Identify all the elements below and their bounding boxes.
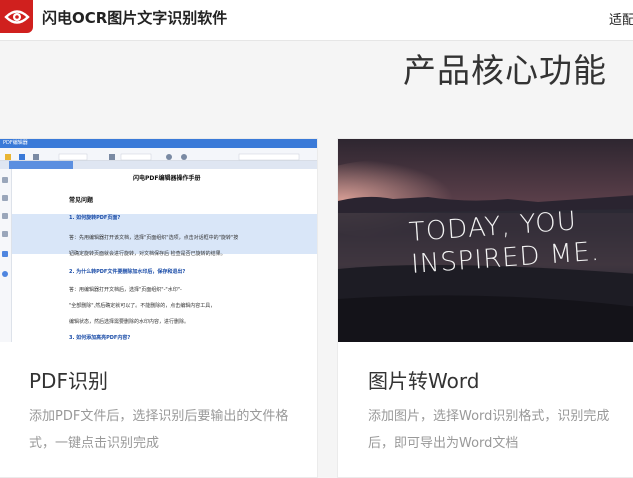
pdf-doc-line: 钮确定旋转页面就会进行旋转，对文档保存后 检查是否已旋转的结果。	[69, 251, 226, 257]
feature-card-pdf[interactable]: PDF编辑器 闪电PDF编辑器操作手册 常见问题 1. 如何旋转PDF页面? 答…	[0, 138, 318, 478]
pdf-doc-line: 2. 为什么转PDF文件要删除加水印后，保存和退出?	[69, 269, 186, 275]
pdf-toolbar	[0, 148, 317, 161]
pdf-document-tab	[9, 161, 73, 169]
pdf-doc-line: 答：用编辑器打开文档后，选择"页面组织"-"水印"-	[69, 287, 182, 293]
pdf-doc-line: 1. 如何旋转PDF页面?	[69, 215, 121, 221]
pdf-doc-title: 闪电PDF编辑器操作手册	[133, 175, 201, 182]
card-title[interactable]: 图片转Word	[368, 365, 479, 394]
photo-handwritten-text: TODAY, YOU INSPIRED ME.	[408, 204, 601, 281]
card-description: 添加PDF文件后，选择识别后要输出的文件格式，一键点击识别完成	[29, 409, 289, 451]
pdf-tabbar	[0, 161, 317, 169]
pdf-window-title: PDF编辑器	[3, 140, 28, 146]
pdf-doc-line: 答：先用编辑器打开该文档，选择"页面组织"选项，点击对话框中的"旋转"按	[69, 235, 239, 241]
pdf-doc-heading: 常见问题	[69, 197, 94, 204]
nav-item[interactable]: 适配	[609, 9, 633, 28]
pdf-doc-line: "全部删除",然后确定就可以了。不能删除的，点击编辑内容工具，	[69, 303, 216, 309]
pdf-window-titlebar: PDF编辑器	[0, 139, 317, 148]
card-title[interactable]: PDF识别	[29, 365, 108, 394]
app-logo[interactable]	[0, 0, 33, 33]
pdf-sidebar-icon	[2, 213, 8, 219]
pdf-sidebar-icon	[2, 231, 8, 237]
pdf-scan-highlight	[12, 214, 317, 254]
pdf-editor-screenshot: PDF编辑器 闪电PDF编辑器操作手册 常见问题 1. 如何旋转PDF页面? 答…	[0, 139, 317, 342]
pdf-sidebar-icon	[2, 195, 8, 201]
feature-card-image-to-word[interactable]: TODAY, YOU INSPIRED ME. 图片转Word 添加图片，选择W…	[337, 138, 633, 478]
pdf-doc-line: 3. 如何添加高亮PDF内容?	[69, 335, 131, 341]
pdf-doc-line: 编辑状态，然后选择需要删除的水印内容，进行删除。	[69, 319, 190, 325]
pdf-sidebar-icon	[2, 271, 8, 277]
section-title: 产品核心功能	[403, 51, 607, 90]
pdf-sidebar-icon	[2, 251, 8, 257]
inspiration-photo: TODAY, YOU INSPIRED ME.	[338, 139, 633, 342]
eye-logo-icon	[4, 10, 30, 24]
pdf-sidebar	[0, 169, 12, 342]
pdf-sidebar-icon	[2, 177, 8, 183]
app-name[interactable]: 闪电OCR图片文字识别软件	[42, 7, 227, 28]
card-description: 添加图片，选择Word识别格式，识别完成后，即可导出为Word文档	[368, 409, 610, 451]
site-header: 闪电OCR图片文字识别软件 适配	[0, 0, 633, 41]
